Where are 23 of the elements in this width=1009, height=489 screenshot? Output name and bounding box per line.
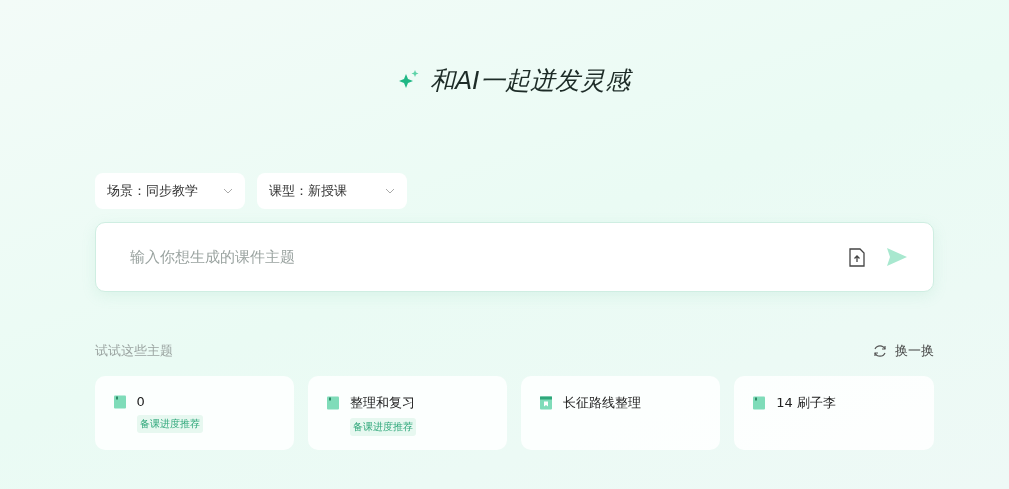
refresh-icon [872,344,887,358]
refresh-button[interactable]: 换一换 [872,342,934,360]
topic-card[interactable]: 长征路线整理 [521,376,721,450]
file-upload-icon[interactable] [848,247,865,267]
book-icon [752,396,767,410]
suggestions-heading: 试试这些主题 [94,342,173,360]
topic-title: 长征路线整理 [563,394,641,412]
topic-title: 整理和复习 [349,394,415,412]
filter-dropdown[interactable]: 场景：同步教学 [94,173,245,209]
recommendation-tag: 备课进度推荐 [136,415,203,433]
chevron-down-icon [384,188,395,194]
chevron-down-icon [222,188,233,194]
topic-title: 0 [136,394,145,409]
topic-input-field[interactable]: 输入你想生成的课件主题 [127,247,827,267]
bookmark-icon [539,396,553,410]
topic-card[interactable]: 14 刷子李 [734,376,934,450]
filter-dropdown[interactable]: 课型：新授课 [256,173,407,209]
topic-card[interactable]: 0 备课进度推荐 [94,376,294,450]
book-icon [325,396,340,410]
recommendation-tag: 备课进度推荐 [349,418,416,436]
topic-title: 14 刷子李 [776,394,836,412]
book-icon [112,394,127,409]
topic-card[interactable]: 整理和复习 备课进度推荐 [307,376,507,450]
